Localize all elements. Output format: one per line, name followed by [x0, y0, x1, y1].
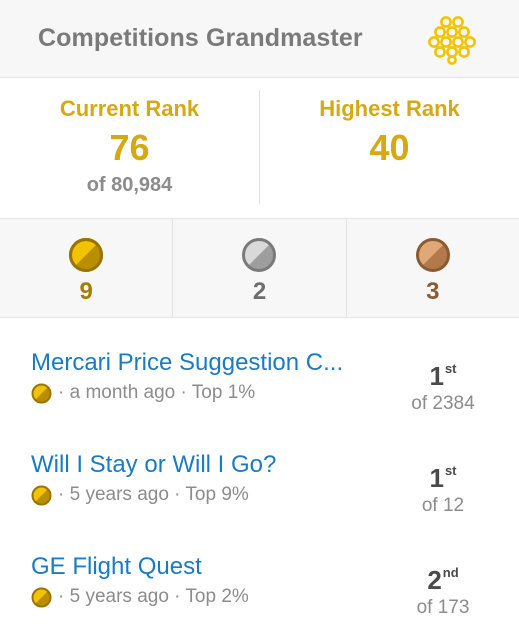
tier-title: Competitions Grandmaster [38, 24, 363, 52]
competition-meta: · 5 years ago · Top 9% [31, 484, 381, 506]
gold-medal-icon [31, 587, 52, 607]
competition-title-link[interactable]: Will I Stay or Will I Go? [31, 450, 381, 480]
rank-section: Current Rank 76 of 80,984 Highest Rank 4… [0, 78, 519, 219]
competition-meta: · 5 years ago · Top 2% [31, 586, 381, 608]
bronze-medal-count: 3 [426, 278, 440, 305]
competition-list: Mercari Price Suggestion C... · a month … [0, 348, 519, 629]
gold-medal-count: 9 [79, 278, 93, 305]
current-rank-value: 76 [109, 127, 150, 168]
competition-placement: 1st of 12 [398, 450, 488, 517]
placement-number: 1 [429, 361, 444, 391]
placement-suffix: st [444, 361, 457, 376]
bronze-medal-block: 3 [345, 219, 519, 317]
profile-competitions-card: Competitions Grandmaster Current Rank 76… [0, 0, 519, 629]
placement-total: of 12 [421, 495, 465, 516]
grandmaster-tier-icon [428, 15, 476, 65]
gold-medal-icon [31, 383, 52, 403]
placement-number: 2 [427, 565, 442, 595]
competition-meta-text: · 5 years ago · Top 2% [58, 586, 249, 607]
silver-medal-icon [242, 238, 277, 272]
gold-medal-block: 9 [0, 219, 172, 317]
competition-placement: 1st of 2384 [398, 348, 488, 415]
silver-medal-block: 2 [172, 219, 345, 317]
competition-meta-text: · a month ago · Top 1% [58, 382, 256, 403]
competition-title-link[interactable]: Mercari Price Suggestion C... [31, 348, 381, 378]
card-header: Competitions Grandmaster [0, 0, 519, 78]
placement-suffix: st [444, 463, 457, 478]
highest-rank-value: 40 [369, 127, 410, 168]
competition-meta-text: · 5 years ago · Top 9% [58, 484, 249, 505]
highest-rank-label: Highest Rank [319, 96, 460, 121]
silver-medal-count: 2 [252, 278, 267, 305]
current-rank-label: Current Rank [59, 96, 200, 121]
medal-summary: 9 2 3 [0, 219, 519, 318]
current-rank-total: of 80,984 [86, 174, 173, 196]
current-rank-block: Current Rank 76 of 80,984 [0, 78, 259, 218]
placement-total: of 173 [416, 597, 470, 618]
competition-meta: · a month ago · Top 1% [31, 382, 381, 404]
bronze-medal-icon [415, 238, 450, 272]
competition-item: Mercari Price Suggestion C... · a month … [31, 348, 488, 450]
competition-item: GE Flight Quest · 5 years ago · Top 2% 2… [31, 552, 488, 629]
competition-item: Will I Stay or Will I Go? · 5 years ago … [31, 450, 488, 552]
gold-medal-icon [69, 238, 104, 272]
placement-number: 1 [429, 463, 444, 493]
highest-rank-block: Highest Rank 40 [260, 78, 519, 218]
competition-title-link[interactable]: GE Flight Quest [31, 552, 381, 582]
placement-suffix: nd [442, 565, 459, 580]
placement-total: of 2384 [411, 393, 475, 414]
competition-placement: 2nd of 173 [398, 552, 488, 619]
gold-medal-icon [31, 485, 52, 505]
